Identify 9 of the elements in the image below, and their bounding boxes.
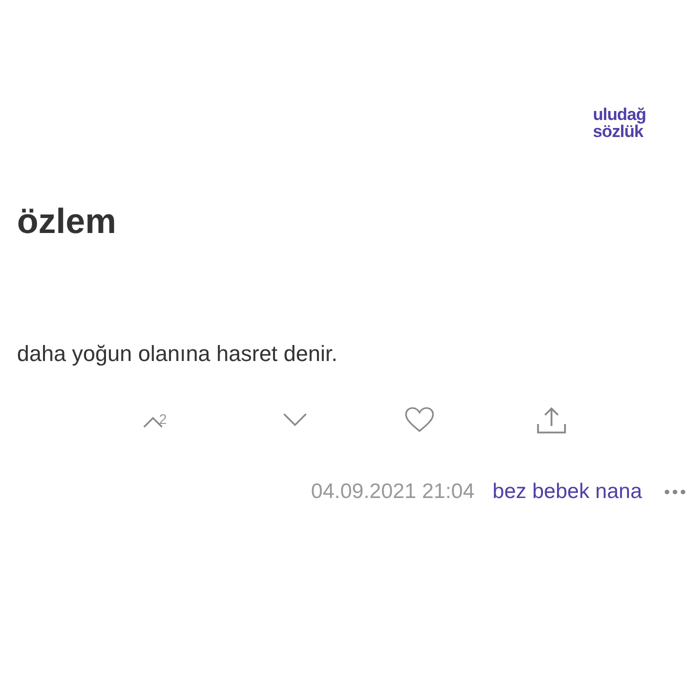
share-icon[interactable] xyxy=(537,406,566,434)
author-link[interactable]: bez bebek nana xyxy=(492,481,642,502)
entry-text: daha yoğun olanına hasret denir. xyxy=(17,343,338,365)
more-icon[interactable] xyxy=(664,488,686,494)
topic-title[interactable]: özlem xyxy=(17,204,690,239)
heart-icon[interactable] xyxy=(405,407,434,433)
vote-count: 2 xyxy=(159,412,167,426)
logo[interactable]: uludağ sözlük xyxy=(592,106,646,140)
entry-date: 04.09.2021 21:04 xyxy=(311,481,475,502)
